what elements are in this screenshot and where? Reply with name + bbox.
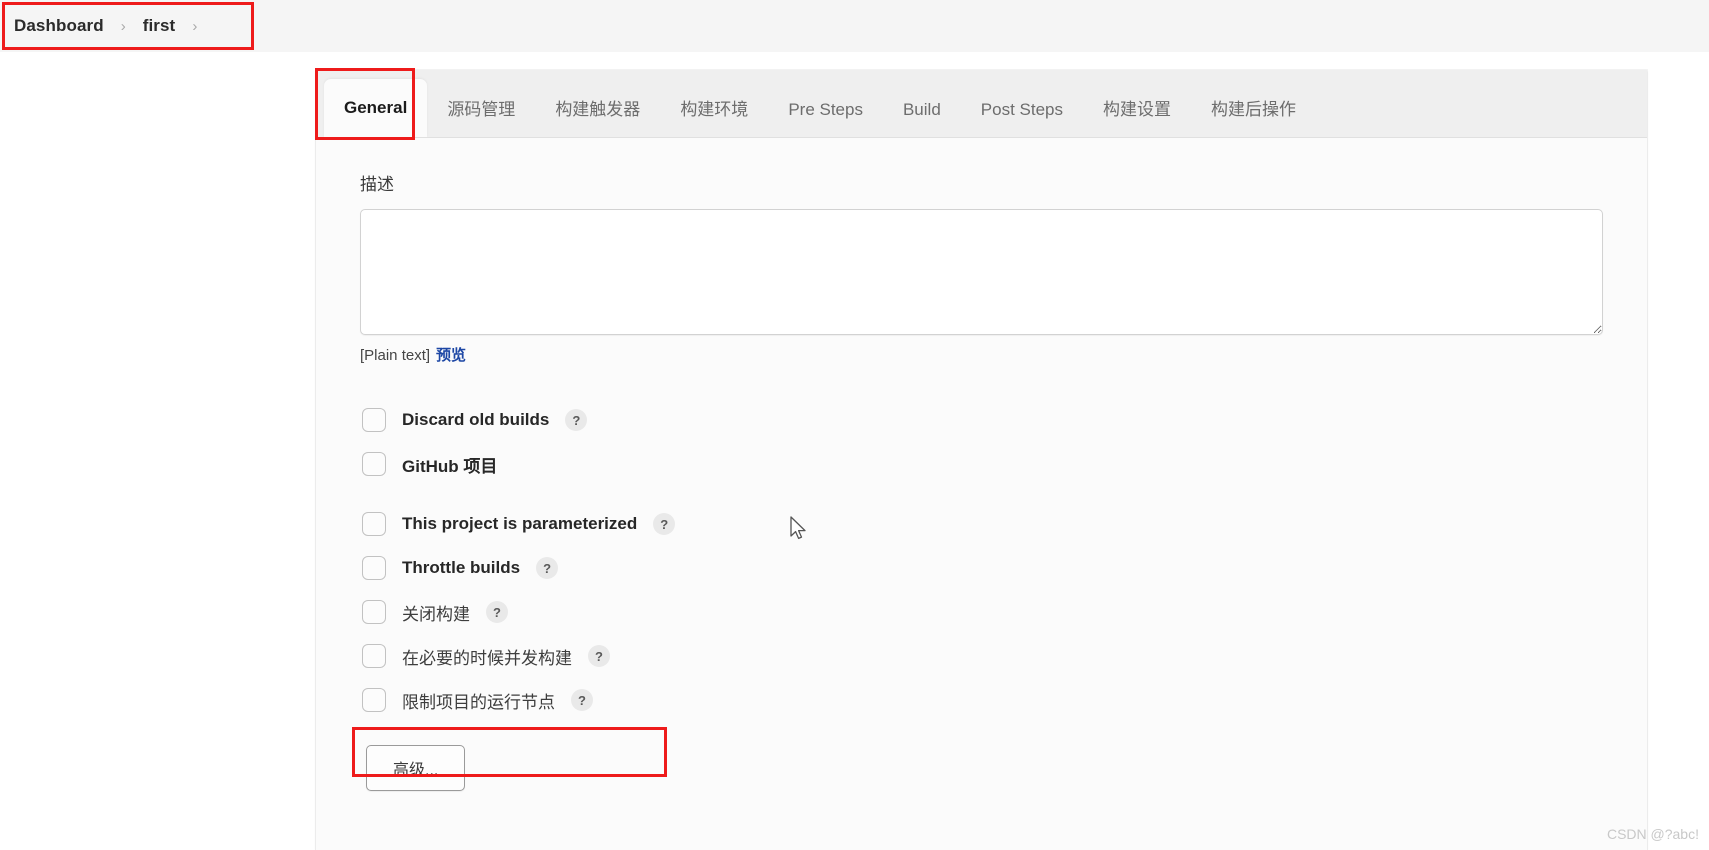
checkbox-throttle-builds[interactable]: [362, 556, 386, 580]
breadcrumb: Dashboard › first ›: [0, 0, 1709, 52]
checkbox-row-concurrent-build[interactable]: 在必要的时候并发构建 ?: [362, 639, 1603, 673]
checkbox-row-github-project[interactable]: GitHub 项目: [362, 447, 1603, 481]
page-root: Dashboard › first › General 源码管理 构建触发器 构…: [0, 0, 1709, 850]
breadcrumb-separator-icon: ›: [120, 17, 126, 35]
breadcrumb-item-first[interactable]: first: [143, 16, 176, 36]
help-icon-concurrent-build[interactable]: ?: [588, 645, 610, 667]
checkbox-github-project[interactable]: [362, 452, 386, 476]
help-icon-parameterized[interactable]: ?: [653, 513, 676, 535]
checkbox-group: Discard old builds ? GitHub 项目 This proj…: [360, 403, 1603, 717]
tab-general[interactable]: General: [324, 79, 428, 137]
checkbox-row-restrict-node[interactable]: 限制项目的运行节点 ?: [362, 683, 1603, 717]
tab-build[interactable]: Build: [883, 83, 961, 137]
description-label: 描述: [360, 175, 394, 194]
plain-text-note: [Plain text]: [360, 347, 431, 364]
advanced-button[interactable]: 高级...: [366, 745, 466, 791]
checkbox-label-discard-old-builds: Discard old builds: [402, 410, 550, 429]
config-card: General 源码管理 构建触发器 构建环境 Pre Steps Build …: [316, 70, 1647, 850]
breadcrumb-item-dashboard[interactable]: Dashboard: [14, 16, 104, 36]
checkbox-label-restrict-node: 限制项目的运行节点: [402, 692, 555, 712]
tab-source-mgmt[interactable]: 源码管理: [427, 83, 535, 137]
tab-build-env[interactable]: 构建环境: [660, 83, 768, 137]
tab-build-triggers[interactable]: 构建触发器: [535, 83, 660, 137]
checkbox-label-parameterized: This project is parameterized: [402, 514, 638, 533]
help-icon-disable-build[interactable]: ?: [486, 601, 508, 623]
help-icon-discard-old-builds[interactable]: ?: [565, 409, 588, 431]
help-icon-restrict-node[interactable]: ?: [571, 689, 593, 711]
checkbox-concurrent-build[interactable]: [362, 644, 386, 668]
checkbox-label-concurrent-build: 在必要的时候并发构建: [402, 648, 572, 668]
checkbox-discard-old-builds[interactable]: [362, 408, 386, 432]
checkbox-restrict-node[interactable]: [362, 688, 386, 712]
description-textarea[interactable]: [360, 209, 1603, 335]
tab-build-settings[interactable]: 构建设置: [1083, 83, 1191, 137]
checkbox-row-throttle-builds[interactable]: Throttle builds ?: [362, 551, 1603, 585]
advanced-button-wrap: 高级...: [360, 745, 1603, 791]
checkbox-disable-build[interactable]: [362, 600, 386, 624]
tab-post-steps[interactable]: Post Steps: [961, 83, 1083, 137]
watermark: CSDN @?abc!: [1606, 826, 1699, 842]
checkbox-row-disable-build[interactable]: 关闭构建 ?: [362, 595, 1603, 629]
checkbox-label-disable-build: 关闭构建: [402, 604, 470, 624]
help-icon-throttle-builds[interactable]: ?: [536, 557, 559, 579]
checkbox-label-github-project: GitHub 项目: [402, 456, 498, 476]
config-form: 描述 [Plain text] 预览 Discard old builds ? …: [316, 138, 1647, 791]
tab-bar: General 源码管理 构建触发器 构建环境 Pre Steps Build …: [316, 70, 1647, 138]
tab-post-build-actions[interactable]: 构建后操作: [1191, 83, 1316, 137]
checkbox-parameterized[interactable]: [362, 512, 386, 536]
tab-pre-steps[interactable]: Pre Steps: [768, 83, 883, 137]
breadcrumb-separator-icon-2: ›: [192, 17, 198, 35]
checkbox-row-parameterized[interactable]: This project is parameterized ?: [362, 507, 1603, 541]
preview-link[interactable]: 预览: [436, 344, 466, 365]
checkbox-row-discard-old-builds[interactable]: Discard old builds ?: [362, 403, 1603, 437]
checkbox-label-throttle-builds: Throttle builds: [402, 558, 521, 577]
description-footer: [Plain text] 预览: [360, 344, 1603, 365]
